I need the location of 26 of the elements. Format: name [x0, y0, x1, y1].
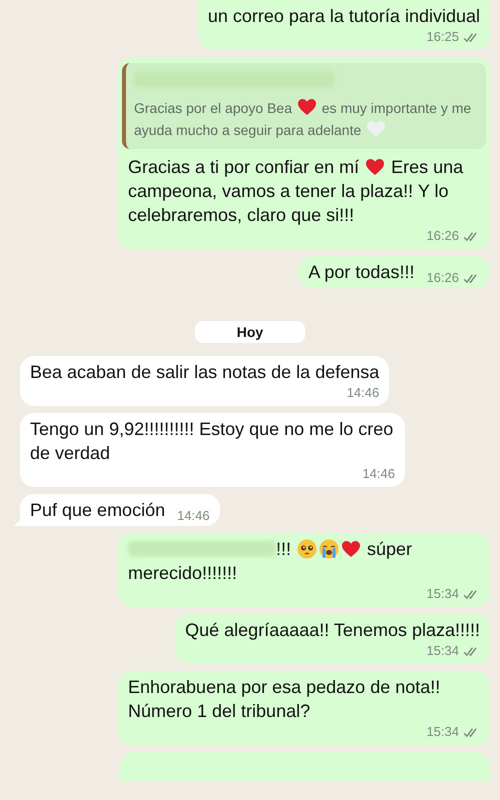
message-text: Puf que emoción: [30, 499, 166, 522]
message-time: 15:34: [426, 642, 459, 660]
pleading-face-icon: [297, 539, 318, 559]
heart-icon: [365, 158, 386, 176]
message-text: Qué alegríaaaaa!! Tenemos plaza!!!!!: [185, 619, 480, 642]
message-text: Tengo un 9,92!!!!!!!!!! Estoy que no me lo creo de verdad: [30, 418, 394, 465]
message-time: 15:34: [426, 723, 459, 741]
message-text: Bea acaban de salir las notas de la defensa: [30, 361, 380, 384]
heart-icon: [296, 98, 317, 116]
message-time: 16:25: [426, 28, 459, 46]
message-text: A por todas!!!: [308, 261, 414, 284]
quoted-text: Gracias por el apoyo Bea es muy importante y me ayuda mucho a seguir para adelante: [134, 97, 472, 140]
heart-icon: [366, 120, 386, 138]
date-label: Hoy: [194, 321, 306, 343]
crying-face-icon: [319, 539, 340, 559]
message-time: 14:46: [177, 507, 210, 525]
message-text: Enhorabuena por esa pedazo de nota!! Número 1 del tribunal?: [128, 676, 442, 723]
heart-icon: [341, 540, 362, 558]
message-time: 16:26: [426, 269, 459, 287]
message-time: 14:46: [362, 465, 395, 483]
message-text: un correo para la tutoría individual: [208, 5, 480, 28]
message-text: Gracias a ti por confiar en mí Eres una campeona, vamos a tener la plaza!! Y lo celebraremos, claro que si!!!: [128, 156, 464, 227]
message-time: 14:46: [346, 384, 380, 402]
message-time: 16:26: [426, 227, 459, 245]
message-time: 15:34: [426, 585, 459, 603]
message-text: !!! súper merecido!!!!!!!: [128, 538, 414, 585]
